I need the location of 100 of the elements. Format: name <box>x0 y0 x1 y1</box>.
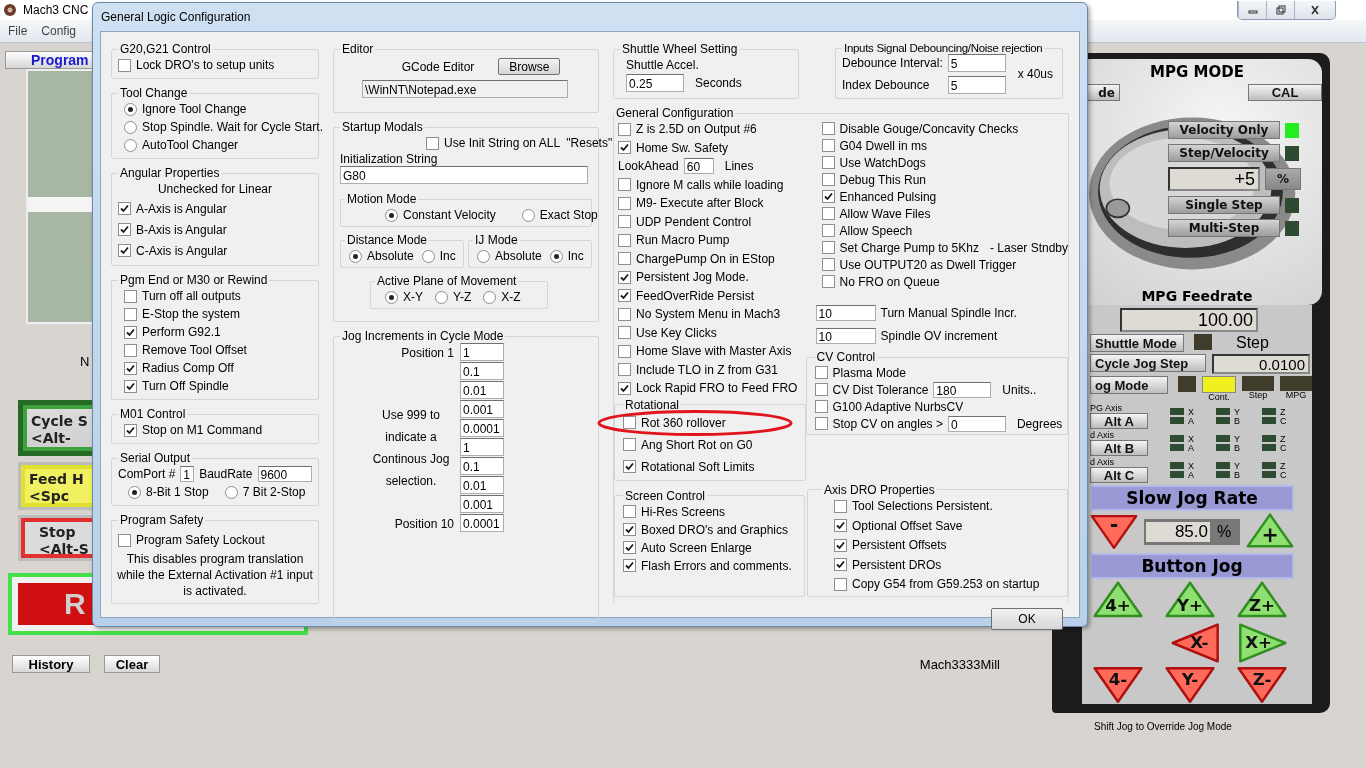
checkbox-label: Optional Offset Save <box>852 518 963 533</box>
unit-label: Lines <box>724 159 754 174</box>
group-title: Shuttle Wheel Setting <box>621 42 739 56</box>
checkbox-label: Persistent Offsets <box>852 538 947 553</box>
checkbox-label: No System Menu in Mach3 <box>636 307 781 322</box>
axis-letter: Y <box>1234 434 1240 444</box>
checkbox-label: Disable Gouge/Concavity Checks <box>839 121 1019 136</box>
axis-letter: A <box>1188 443 1194 453</box>
checkbox-label: Plasma Mode <box>832 365 906 380</box>
dialog-title: General Logic Configuration <box>100 9 252 26</box>
jog-rate-readout: 85.0 % <box>1144 519 1240 545</box>
checkbox-label: Use OUTPUT20 as Dwell Trigger <box>839 257 1017 272</box>
radio-label: X-Z <box>501 290 521 304</box>
checkbox-label: M9- Execute after Block <box>636 196 764 211</box>
group-title: General Configuration <box>615 106 735 120</box>
group-title: Program Safety <box>119 513 205 527</box>
radio-label: Stop Spindle. Wait for Cycle Start. <box>142 120 323 134</box>
checkbox-label: B-Axis is Angular <box>136 222 227 237</box>
checkbox-label: Debug This Run <box>839 172 927 187</box>
axis-letter: X <box>1188 434 1194 444</box>
note-label: - Laser Stndby <box>989 240 1068 255</box>
radio-label: Constant Velocity <box>403 208 496 222</box>
axis-letter: C <box>1280 443 1287 453</box>
group-title: Screen Control <box>624 488 707 503</box>
checkbox-label: Program Safety Lockout <box>136 533 265 547</box>
group-title: Jog Increments in Cycle Mode <box>341 329 505 343</box>
axis-letter: C <box>1280 470 1287 480</box>
checkbox-label: Set Charge Pump to 5Khz <box>839 240 979 255</box>
led-label: Step <box>1248 391 1268 400</box>
radio-label: Absolute <box>367 249 414 263</box>
group-title: Distance Mode <box>346 233 429 247</box>
radio-label: Inc <box>567 249 584 263</box>
step-label: Step <box>1236 334 1269 352</box>
checkbox-label: Include TLO in Z from G31 <box>636 362 778 377</box>
line-label: N <box>80 354 90 370</box>
window-title: Mach3 CNC <box>23 3 89 17</box>
checkbox-label: Use Key Clicks <box>636 325 717 340</box>
checkbox-label: No FRO on Queue <box>839 274 940 289</box>
group-title: Active Plane of Movement <box>376 274 518 288</box>
field-label: LookAhead <box>618 159 679 174</box>
led-label: Cont. <box>1208 393 1230 402</box>
axis-letter: A <box>1188 470 1194 480</box>
field-label: BaudRate <box>199 467 253 481</box>
checkbox-label: Lock Rapid FRO to Feed FRO <box>636 381 798 396</box>
checkbox-label: G100 Adaptive NurbsCV <box>832 399 964 414</box>
slow-jog-rate-banner: Slow Jog Rate <box>1090 485 1294 511</box>
checkbox-label: Allow Speech <box>839 223 913 238</box>
checkbox-label: Turn Off Spindle <box>142 379 229 393</box>
field-label: Initialization String <box>340 152 439 166</box>
checkbox-label: Remove Tool Offset <box>142 343 247 357</box>
axis-letter: Z <box>1280 434 1287 444</box>
axis-letter: Z <box>1280 461 1287 471</box>
checkbox-label: Lock DRO's to setup units <box>136 58 275 72</box>
checkbox-label: C-Axis is Angular <box>136 243 228 258</box>
checkbox-label: Turn off all outputs <box>142 289 241 303</box>
unit-label: Units.. <box>1002 382 1037 397</box>
axis-letter: X <box>1188 407 1194 417</box>
checkbox-label: CV Dist Tolerance <box>832 382 929 397</box>
radio-label: Ignore Tool Change <box>142 102 247 116</box>
checkbox-label: Radius Comp Off <box>142 361 234 375</box>
checkbox-label: Ignore M calls while loading <box>636 177 784 192</box>
field-caption: Spindle OV increment <box>880 328 998 343</box>
field-label: Position 10 <box>393 516 454 531</box>
checkbox-label: FeedOverRide Persist <box>636 288 755 303</box>
checkbox-label: Home Slave with Master Axis <box>636 344 792 359</box>
checkbox-label: Stop on M1 Command <box>142 423 263 437</box>
checkbox-label: Tool Selections Persistent. <box>852 499 993 514</box>
group-title: IJ Mode <box>474 233 519 247</box>
axis-letter: B <box>1234 416 1240 426</box>
group-title: Rotational <box>624 397 681 412</box>
step-readout: +5 <box>1168 167 1260 191</box>
field-label: GCode Editor <box>401 59 475 74</box>
checkbox-label: Ang Short Rot on G0 <box>641 437 753 452</box>
feedrate-title: MPG Feedrate <box>1140 288 1254 305</box>
axis-caption: d Axis <box>1090 431 1115 440</box>
profile-label: Mach3333Mill <box>919 656 1000 672</box>
group-title: M01 Control <box>119 407 187 421</box>
checkbox-label: Enhanced Pulsing <box>839 189 937 204</box>
field-caption: Turn Manual Spindle Incr. <box>880 305 1017 320</box>
radio-label: Inc <box>439 249 456 263</box>
checkbox-label: Run Macro Pump <box>636 233 730 248</box>
radio-label: 8-Bit 1 Stop <box>146 485 209 499</box>
group-title: Motion Mode <box>346 192 418 206</box>
checkbox-label: Use WatchDogs <box>839 155 926 170</box>
checkbox-label: Z is 2.5D on Output #6 <box>636 122 757 137</box>
group-title: Inputs Signal Debouncing/Noise rejection <box>843 42 1044 54</box>
button-jog-banner: Button Jog <box>1090 553 1294 579</box>
jog-step-readout: 0.0100 <box>1212 354 1310 374</box>
group-title: Tool Change <box>119 86 189 100</box>
axis-letter: Z <box>1280 407 1287 417</box>
unit-label: Degrees <box>1016 416 1063 431</box>
radio-label: AutoTool Changer <box>142 138 239 152</box>
radio-label: Absolute <box>495 249 542 263</box>
group-title: Serial Output <box>119 451 192 465</box>
axis-letter: B <box>1234 470 1240 480</box>
checkbox-label: Use Init String on ALL "Resets" <box>444 136 613 150</box>
checkbox-label: Auto Screen Enlarge <box>641 540 752 555</box>
axis-letter: Y <box>1234 461 1240 471</box>
axis-letter: Y <box>1234 407 1240 417</box>
checkbox-label: Copy G54 from G59.253 on startup <box>852 577 1040 592</box>
